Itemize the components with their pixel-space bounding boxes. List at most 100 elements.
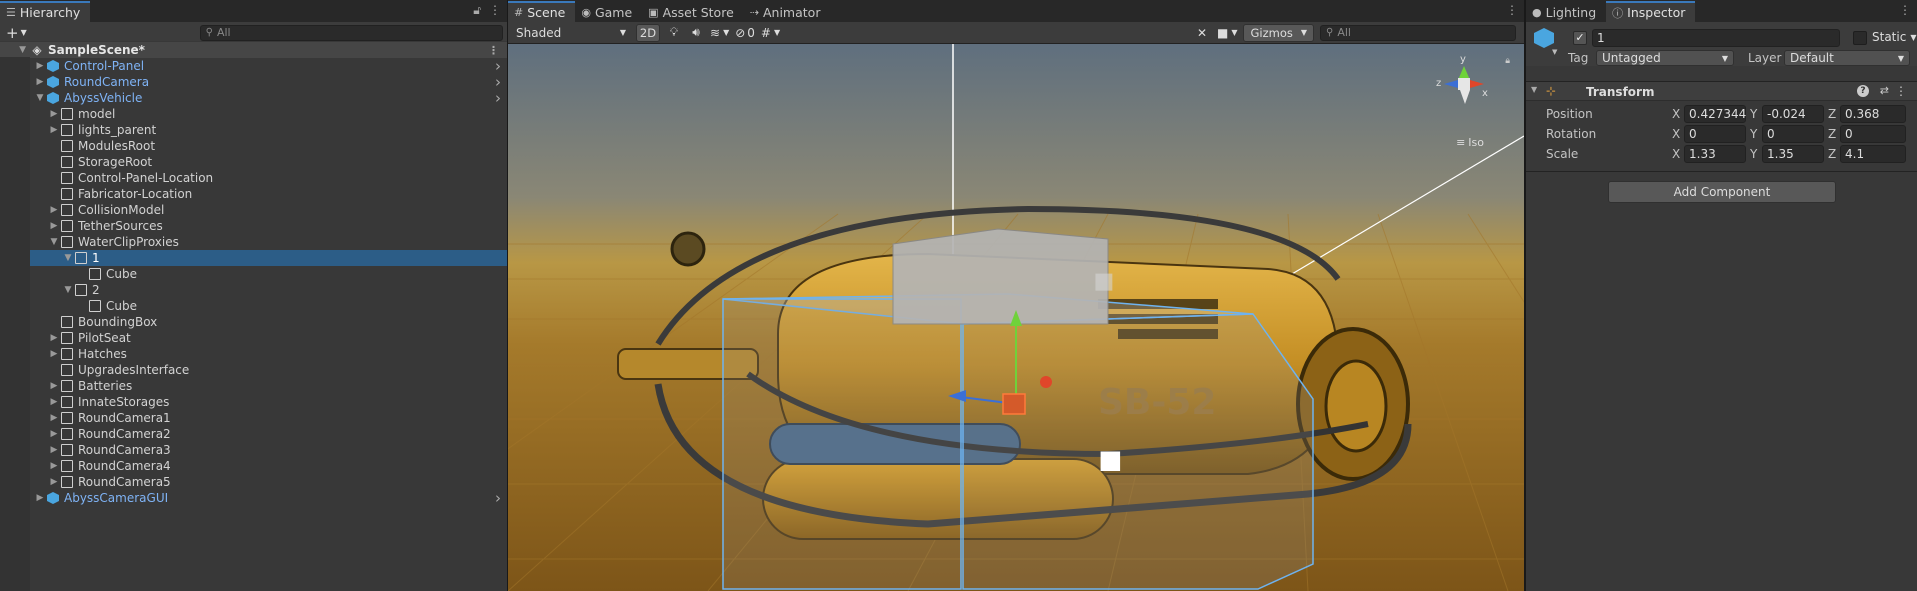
hierarchy-item[interactable]: ▶ RoundCamera3 <box>0 442 507 458</box>
hierarchy-item[interactable]: BoundingBox <box>0 314 507 330</box>
lock-icon[interactable]: 🔒︎ <box>1505 56 1510 66</box>
chevron-right-icon[interactable]: ▶ <box>48 413 60 423</box>
object-name-field[interactable]: 1 <box>1592 29 1840 47</box>
scene-viewport[interactable]: SB-52 ◼︎ ◼︎ y z <box>508 44 1524 591</box>
hierarchy-item[interactable]: ▶ AbyssCameraGUI › <box>0 489 507 507</box>
axis-label-y[interactable]: Y <box>1750 127 1757 141</box>
transform-header[interactable]: ▼ ⊹ Transform ? ⇄ ⋮ <box>1526 81 1917 101</box>
chevron-down-icon[interactable]: ▼ <box>48 237 60 247</box>
toggle-2d-button[interactable]: 2D <box>636 23 660 42</box>
static-checkbox[interactable] <box>1853 31 1867 45</box>
chevron-right-icon[interactable]: ▶ <box>48 109 60 119</box>
hierarchy-item[interactable]: Fabricator-Location <box>0 186 507 202</box>
axis-label-x[interactable]: X <box>1672 127 1680 141</box>
chevron-right-icon[interactable]: ▶ <box>48 333 60 343</box>
chevron-right-icon[interactable]: ▶ <box>48 205 60 215</box>
rotation-y-field[interactable]: 0 <box>1762 125 1824 143</box>
tab-inspector[interactable]: ⓘ Inspector <box>1606 1 1696 22</box>
hierarchy-item[interactable]: Cube <box>0 298 507 314</box>
hierarchy-search-input[interactable]: ⚲ All <box>199 24 503 41</box>
hierarchy-item[interactable]: ▶ RoundCamera2 <box>0 426 507 442</box>
scale-x-field[interactable]: 1.33 <box>1684 145 1746 163</box>
active-checkbox[interactable]: ✓ <box>1573 31 1587 45</box>
chevron-down-icon[interactable]: ▼ <box>34 93 46 103</box>
position-z-field[interactable]: 0.368 <box>1840 105 1906 123</box>
hierarchy-item[interactable]: ▶ RoundCamera4 <box>0 458 507 474</box>
tools-button[interactable]: ✕ <box>1193 26 1211 40</box>
hierarchy-item[interactable]: ▶ RoundCamera1 <box>0 410 507 426</box>
effects-dropdown[interactable]: ≋ ▼ <box>710 26 729 40</box>
chevron-right-icon[interactable]: ▶ <box>34 61 46 71</box>
hierarchy-item[interactable]: StorageRoot <box>0 154 507 170</box>
hierarchy-item[interactable]: ▶ RoundCamera › <box>0 73 507 91</box>
rotation-x-field[interactable]: 0 <box>1684 125 1746 143</box>
open-prefab-chevron-icon[interactable]: › <box>495 89 501 107</box>
axis-label-x[interactable]: X <box>1672 107 1680 121</box>
chevron-right-icon[interactable]: ▶ <box>48 125 60 135</box>
scale-z-field[interactable]: 4.1 <box>1840 145 1906 163</box>
chevron-down-icon[interactable]: ▼ <box>1552 48 1557 56</box>
tab-animator[interactable]: ⇢ Animator <box>744 1 831 22</box>
axis-label-z[interactable]: Z <box>1828 127 1836 141</box>
chevron-right-icon[interactable]: ▶ <box>48 477 60 487</box>
hierarchy-item[interactable]: ▶ CollisionModel <box>0 202 507 218</box>
tab-scene[interactable]: # Scene <box>508 1 576 22</box>
hierarchy-item[interactable]: UpgradesInterface <box>0 362 507 378</box>
hierarchy-item[interactable]: ▼ AbyssVehicle › <box>0 89 507 107</box>
create-button[interactable]: + ▼ <box>6 24 46 42</box>
help-icon[interactable]: ? <box>1857 85 1869 97</box>
scene-root-row[interactable]: ▼ ◈ SampleScene* ⋮ <box>0 42 507 58</box>
view-mode-label[interactable]: ≡ Iso <box>1456 136 1484 149</box>
lighting-toggle[interactable]: 💡︎ <box>666 25 682 40</box>
axis-label-z[interactable]: Z <box>1828 107 1836 121</box>
add-component-button[interactable]: Add Component <box>1608 181 1836 203</box>
chevron-right-icon[interactable]: ▶ <box>48 461 60 471</box>
axis-label-y[interactable]: Y <box>1750 147 1757 161</box>
hierarchy-item[interactable]: ▶ PilotSeat <box>0 330 507 346</box>
lock-icon[interactable]: 🔓︎ <box>473 3 481 18</box>
scale-y-field[interactable]: 1.35 <box>1762 145 1824 163</box>
static-dropdown[interactable]: Static ▼ <box>1872 30 1916 44</box>
hierarchy-item[interactable]: ▶ Batteries <box>0 378 507 394</box>
tab-lighting[interactable]: ● Lighting <box>1526 1 1606 22</box>
hierarchy-item[interactable]: ▶ lights_parent <box>0 122 507 138</box>
hierarchy-item[interactable]: ▶ Hatches <box>0 346 507 362</box>
chevron-right-icon[interactable]: ▶ <box>48 397 60 407</box>
grid-dropdown[interactable]: # ▼ <box>761 26 780 40</box>
hierarchy-item[interactable]: ModulesRoot <box>0 138 507 154</box>
more-menu-icon[interactable]: ⋮ <box>1899 3 1911 17</box>
chevron-right-icon[interactable]: ▶ <box>34 77 46 87</box>
chevron-right-icon[interactable]: ▶ <box>48 445 60 455</box>
more-menu-icon[interactable]: ⋮ <box>1506 3 1518 17</box>
tab-hierarchy[interactable]: ☰ Hierarchy <box>0 1 91 22</box>
chevron-right-icon[interactable]: ▶ <box>48 429 60 439</box>
axis-label-z[interactable]: Z <box>1828 147 1836 161</box>
axis-label-y[interactable]: Y <box>1750 107 1757 121</box>
tag-dropdown[interactable]: Untagged ▼ <box>1596 50 1734 66</box>
chevron-right-icon[interactable]: ▶ <box>48 349 60 359</box>
position-y-field[interactable]: -0.024 <box>1762 105 1824 123</box>
camera-dropdown[interactable]: ■ ▼ <box>1217 26 1238 40</box>
axis-label-x[interactable]: X <box>1672 147 1680 161</box>
hierarchy-item[interactable]: Control-Panel-Location <box>0 170 507 186</box>
hierarchy-item[interactable]: ▼ WaterClipProxies <box>0 234 507 250</box>
hierarchy-item[interactable]: ▼ 1 <box>0 250 507 266</box>
chevron-right-icon[interactable]: ▶ <box>34 493 46 503</box>
more-menu-icon[interactable]: ⋮ <box>488 44 499 57</box>
position-x-field[interactable]: 0.427344 <box>1684 105 1746 123</box>
preset-icon[interactable]: ⇄ <box>1880 84 1889 97</box>
rotation-z-field[interactable]: 0 <box>1840 125 1906 143</box>
hierarchy-item[interactable]: ▶ RoundCamera5 <box>0 474 507 490</box>
hierarchy-item[interactable]: ▶ model <box>0 106 507 122</box>
hierarchy-item[interactable]: ▼ 2 <box>0 282 507 298</box>
tab-game[interactable]: ◉ Game <box>575 1 642 22</box>
tab-asset-store[interactable]: ▣ Asset Store <box>642 1 744 22</box>
hierarchy-item[interactable]: ▶ InnateStorages <box>0 394 507 410</box>
orientation-gizmo[interactable]: y z x 🔒︎ <box>1434 52 1514 132</box>
gizmos-dropdown[interactable]: Gizmos ▼ <box>1243 23 1314 42</box>
audio-toggle[interactable]: 🔊︎ <box>688 25 704 40</box>
chevron-down-icon[interactable]: ▼ <box>62 285 74 295</box>
chevron-right-icon[interactable]: ▶ <box>48 221 60 231</box>
chevron-right-icon[interactable]: ▶ <box>48 381 60 391</box>
hierarchy-item[interactable]: ▶ Control-Panel › <box>0 57 507 75</box>
